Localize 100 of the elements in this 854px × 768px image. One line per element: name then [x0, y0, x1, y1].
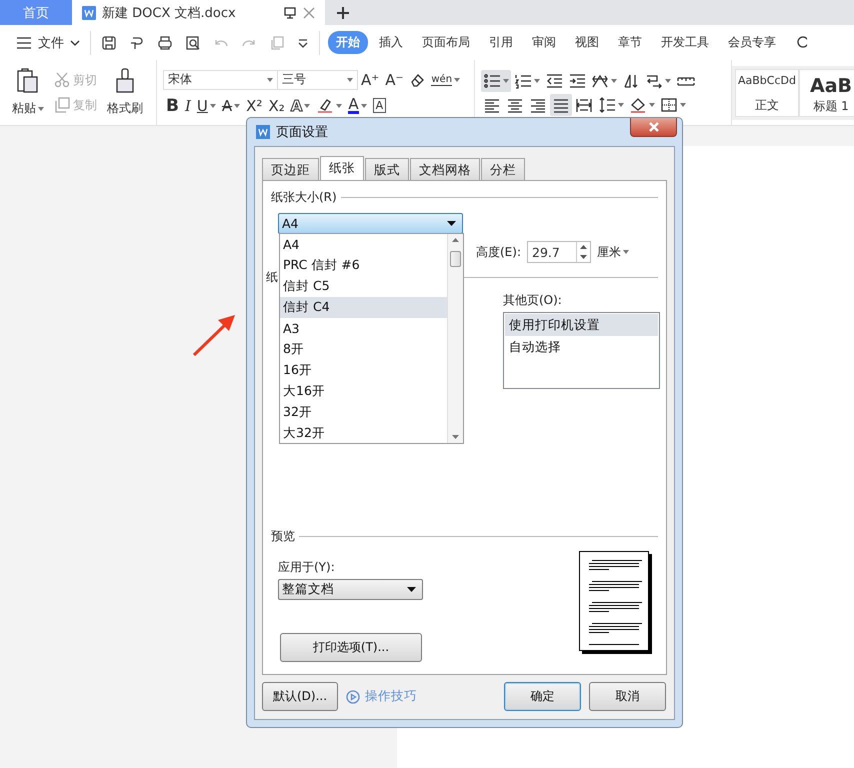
height-label: 高度(E):: [476, 244, 521, 260]
sort-icon: [622, 72, 640, 88]
caret-icon: [304, 104, 310, 108]
align-left-icon: [483, 96, 501, 112]
caret-icon: [649, 102, 655, 106]
unit-dropdown[interactable]: 厘米: [597, 244, 629, 260]
outline-button[interactable]: A: [288, 94, 314, 116]
cancel-button[interactable]: 取消: [589, 682, 666, 711]
section-heading: 预览: [271, 528, 295, 545]
ribbon-tab[interactable]: 开发工具: [653, 31, 717, 54]
menu-icon: [16, 36, 32, 48]
ribbon-tab[interactable]: 引用: [481, 31, 521, 54]
copy-icon: [269, 34, 285, 50]
section-heading: 纸: [266, 269, 278, 286]
grow-button[interactable]: A⁺: [358, 68, 382, 90]
print-preview-icon: [185, 34, 201, 50]
list-option[interactable]: 大16开: [280, 381, 447, 402]
list-option[interactable]: 自动选择: [505, 336, 658, 358]
bullet-list-icon: [483, 72, 501, 88]
list-option[interactable]: 32开: [280, 402, 447, 423]
pointer-arrow: [192, 314, 236, 357]
list-option[interactable]: 大32开: [280, 423, 447, 444]
list-option[interactable]: 信封 C5: [280, 276, 447, 297]
ok-button[interactable]: 确定: [504, 682, 581, 711]
dialog-tab[interactable]: 文档网格: [410, 158, 480, 180]
app-logo-icon: [256, 125, 270, 139]
color-button[interactable]: A: [345, 94, 370, 116]
dialog-tab[interactable]: 版式: [365, 158, 409, 180]
phonetic-button[interactable]: wén: [428, 68, 464, 90]
list-option[interactable]: PRC 信封 #6: [280, 255, 447, 276]
list-option[interactable]: A4: [280, 234, 447, 255]
document-icon: [82, 6, 96, 20]
paper-size-dropdown[interactable]: A4: [278, 213, 463, 234]
save-icon: [101, 34, 117, 50]
app-tab[interactable]: 新建 DOCX 文档.docx: [72, 0, 325, 25]
plain-button[interactable]: X²: [243, 94, 266, 116]
dialog-tab[interactable]: 页边距: [262, 158, 319, 180]
ribbon-tab[interactable]: 页面布局: [414, 31, 478, 54]
ribbon-tab[interactable]: 插入: [371, 31, 411, 54]
border-icon: [660, 96, 678, 112]
caret-icon: [623, 250, 629, 254]
bold-button[interactable]: B: [163, 94, 182, 116]
dialog-title: 页面设置: [276, 124, 328, 141]
caret-icon: [210, 104, 216, 108]
font-size-field[interactable]: 三号: [278, 70, 358, 90]
list-option[interactable]: A3: [280, 318, 447, 339]
caret-icon: [618, 102, 624, 106]
default-button[interactable]: 默认(D)...: [262, 682, 338, 711]
dialog-tab[interactable]: 分栏: [481, 158, 525, 180]
caret-icon: [347, 78, 353, 82]
boxed-button[interactable]: A: [370, 94, 390, 116]
style-preset[interactable]: AaB 标题 1: [799, 68, 854, 116]
ribbon-tab[interactable]: 会员专享: [720, 31, 784, 54]
monitor-icon: [283, 6, 297, 20]
scroll-thumb[interactable]: [450, 251, 461, 267]
align-center-icon: [506, 96, 524, 112]
caret-icon: [665, 78, 671, 82]
apply-to-dropdown[interactable]: 整篇文档: [278, 579, 423, 600]
format-painter-button[interactable]: 格式刷: [103, 68, 147, 117]
ribbon-tab[interactable]: 视图: [567, 31, 607, 54]
hook-icon: [129, 34, 145, 50]
print-options-button[interactable]: 打印选项(T)...: [280, 633, 422, 662]
height-field[interactable]: 29.7: [527, 241, 591, 263]
ribbon-tab[interactable]: 审阅: [524, 31, 564, 54]
play-icon: [346, 690, 360, 704]
caret-icon: [454, 78, 460, 82]
dialog-tab[interactable]: 纸张: [320, 156, 364, 181]
highlighter-icon: [316, 98, 334, 114]
underline-button[interactable]: U: [194, 94, 219, 116]
close-button[interactable]: [630, 118, 677, 137]
list-option[interactable]: 信封 C4: [280, 297, 447, 318]
bullets-button[interactable]: [481, 70, 511, 92]
spin-up-icon: [580, 245, 587, 249]
strike-button[interactable]: A: [218, 94, 244, 116]
font-family-field[interactable]: 宋体: [163, 70, 278, 90]
italic-button[interactable]: I: [182, 94, 194, 116]
file-menu[interactable]: 文件: [14, 34, 82, 52]
shrink-button[interactable]: A⁻: [382, 68, 406, 90]
plain-button[interactable]: X₂: [265, 94, 288, 116]
scissors-icon: [54, 72, 70, 88]
decrease-indent-icon: [545, 72, 563, 88]
caret-icon: [534, 78, 540, 82]
caret-icon: [234, 104, 240, 108]
copy-icon: [54, 97, 70, 113]
print-icon: [157, 34, 173, 50]
list-option[interactable]: 8开: [280, 339, 447, 360]
ribbon-tab[interactable]: 章节: [610, 31, 650, 54]
paintbrush-icon: [114, 68, 136, 94]
style-preset[interactable]: AaBbCcDd 正文: [735, 68, 799, 116]
justify-button[interactable]: [550, 94, 572, 116]
increase-indent-icon: [568, 72, 586, 88]
return-arrow-icon: [645, 72, 663, 88]
caret-icon: [336, 104, 342, 108]
list-option[interactable]: 使用打印机设置: [505, 314, 658, 336]
paste-button[interactable]: 粘贴: [8, 68, 48, 117]
scrollbar[interactable]: [447, 234, 463, 443]
clipboard-icon: [16, 68, 40, 94]
other-pages-list[interactable]: 使用打印机设置 自动选择: [503, 312, 660, 389]
list-option[interactable]: 16开: [280, 360, 447, 381]
caret-icon: [267, 78, 273, 82]
